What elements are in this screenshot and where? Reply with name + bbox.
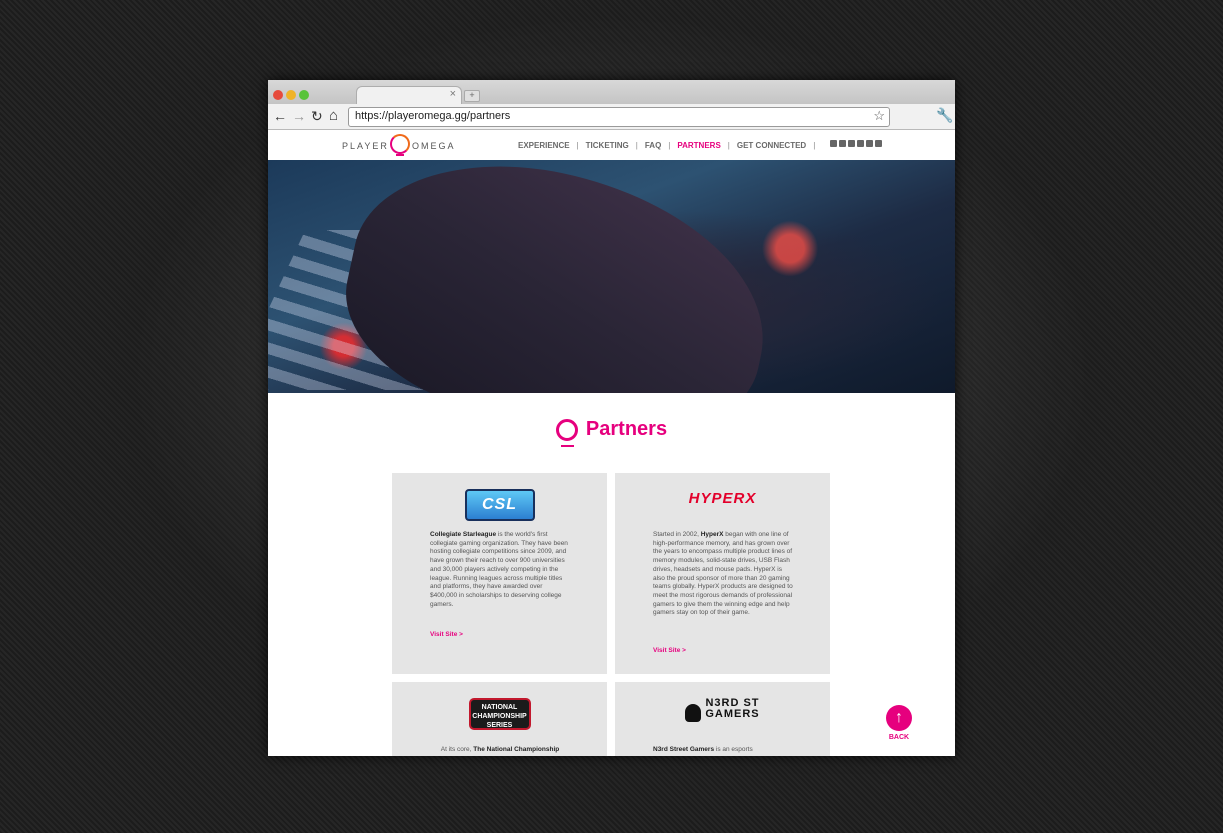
back-label[interactable]: BACK: [884, 734, 914, 741]
bookmark-star-icon[interactable]: ☆: [873, 108, 885, 124]
nav-separator: |: [727, 141, 730, 150]
ncs-description: At its core, The National Championship: [430, 746, 570, 755]
nav-experience[interactable]: EXPERIENCE: [518, 141, 570, 150]
csl-description: Collegiate Starleague is the world's fir…: [430, 531, 570, 609]
n3rd-logo: N3RD ST GAMERS: [615, 682, 830, 722]
nav-separator: |: [576, 141, 579, 150]
hyperx-visit-link[interactable]: Visit Site >: [653, 647, 686, 654]
omega-title-icon: [555, 418, 578, 447]
social-links: [830, 140, 884, 149]
facebook-icon[interactable]: [830, 140, 837, 147]
hyperx-name: HyperX: [700, 531, 724, 538]
tab-strip: × +: [268, 80, 955, 105]
site-header: PLAYER OMEGA EXPERIENCE | TICKETING | FAQ | PA…: [268, 130, 955, 160]
csl-body: is the world's first collegiate gaming o…: [430, 531, 568, 608]
youtube-icon[interactable]: [857, 140, 864, 147]
hyperx-body: began with one line of high-performance …: [653, 531, 793, 617]
back-arrow-icon[interactable]: ←: [273, 107, 287, 125]
hyperx-logo: HYPERX: [615, 473, 830, 508]
n3rd-name: N3rd Street Gamers: [653, 746, 715, 753]
nav-separator: |: [668, 141, 671, 150]
forward-arrow-icon[interactable]: →: [292, 107, 306, 125]
url-text[interactable]: https://playeromega.gg/partners: [355, 110, 510, 122]
address-bar[interactable]: https://playeromega.gg/partners ☆: [348, 107, 890, 127]
hyperx-body-pre: Started in 2002,: [653, 531, 701, 538]
csl-logo-mark: CSL: [464, 489, 535, 521]
ncs-logo: NATIONAL CHAMPIONSHIP SERIES: [392, 682, 607, 732]
partner-card-n3rd: N3RD ST GAMERS N3rd Street Gamers is an e…: [615, 682, 830, 756]
home-icon[interactable]: ⌂: [329, 107, 338, 125]
ncs-logo-line1: NATIONAL: [481, 704, 518, 711]
partner-card-ncs: NATIONAL CHAMPIONSHIP SERIES At its core…: [392, 682, 607, 756]
hyperx-logo-mark: HYPERX: [688, 490, 757, 507]
browser-toolbar: ← → ↻ ⌂ https://playeromega.gg/partners …: [268, 104, 955, 130]
nav-separator: |: [635, 141, 638, 150]
nav-separator: |: [813, 141, 816, 150]
minimize-window-button[interactable]: [286, 90, 296, 100]
skull-icon: [685, 703, 702, 722]
reload-icon[interactable]: ↻: [311, 107, 323, 125]
ncs-logo-line3: SERIES: [486, 722, 513, 729]
n3rd-logo-text: N3RD ST GAMERS: [705, 698, 759, 720]
hero-hand: [326, 160, 790, 393]
browser-window: × + ← → ↻ ⌂ https://playeromega.gg/partn…: [268, 80, 955, 756]
close-window-button[interactable]: [273, 90, 283, 100]
partner-card-hyperx: HYPERX Started in 2002, HyperX began wit…: [615, 473, 830, 674]
page-title: Partners: [268, 418, 955, 447]
n3rd-description: N3rd Street Gamers is an esports: [653, 746, 793, 755]
page-title-text: Partners: [585, 418, 668, 440]
csl-visit-link[interactable]: Visit Site >: [430, 631, 463, 638]
partner-card-csl: CSL Collegiate Starleague is the world's…: [392, 473, 607, 674]
omega-ring-icon: [390, 134, 410, 154]
csl-logo: CSL: [392, 473, 607, 521]
main-nav: EXPERIENCE | TICKETING | FAQ | PARTNERS | GET CO…: [518, 141, 822, 150]
hero-image: [268, 160, 955, 393]
nav-get-connected[interactable]: GET CONNECTED: [737, 141, 806, 150]
hyperx-description: Started in 2002, HyperX began with one l…: [653, 531, 793, 618]
close-tab-icon[interactable]: ×: [450, 88, 456, 100]
new-tab-button[interactable]: +: [464, 90, 480, 102]
nav-ticketing[interactable]: TICKETING: [586, 141, 629, 150]
ncs-logo-line2: CHAMPIONSHIP: [472, 713, 527, 720]
instagram-icon[interactable]: [839, 140, 846, 147]
window-controls: [273, 87, 312, 105]
nav-partners[interactable]: PARTNERS: [677, 141, 720, 150]
n3rd-logo-line2: GAMERS: [705, 708, 760, 720]
ncs-logo-mark: NATIONAL CHAMPIONSHIP SERIES: [468, 698, 531, 730]
ncs-body-pre: At its core,: [440, 746, 474, 753]
omega-bar-icon: [396, 154, 404, 156]
twitch-icon[interactable]: [866, 140, 873, 147]
browser-tab[interactable]: ×: [356, 86, 462, 105]
up-arrow-icon[interactable]: ↑: [886, 705, 912, 731]
ncs-name: The National Championship: [473, 746, 560, 753]
zoom-window-button[interactable]: [299, 90, 309, 100]
nav-faq[interactable]: FAQ: [645, 141, 661, 150]
discord-icon[interactable]: [875, 140, 882, 147]
logo-text-player: PLAYER: [342, 141, 389, 151]
twitter-icon[interactable]: [848, 140, 855, 147]
n3rd-body: is an esports: [714, 746, 753, 753]
back-to-top-button[interactable]: ↑ BACK: [884, 705, 914, 741]
csl-name: Collegiate Starleague: [430, 531, 497, 538]
wrench-icon[interactable]: 🔧: [936, 107, 953, 124]
logo-text-omega: OMEGA: [412, 141, 456, 151]
